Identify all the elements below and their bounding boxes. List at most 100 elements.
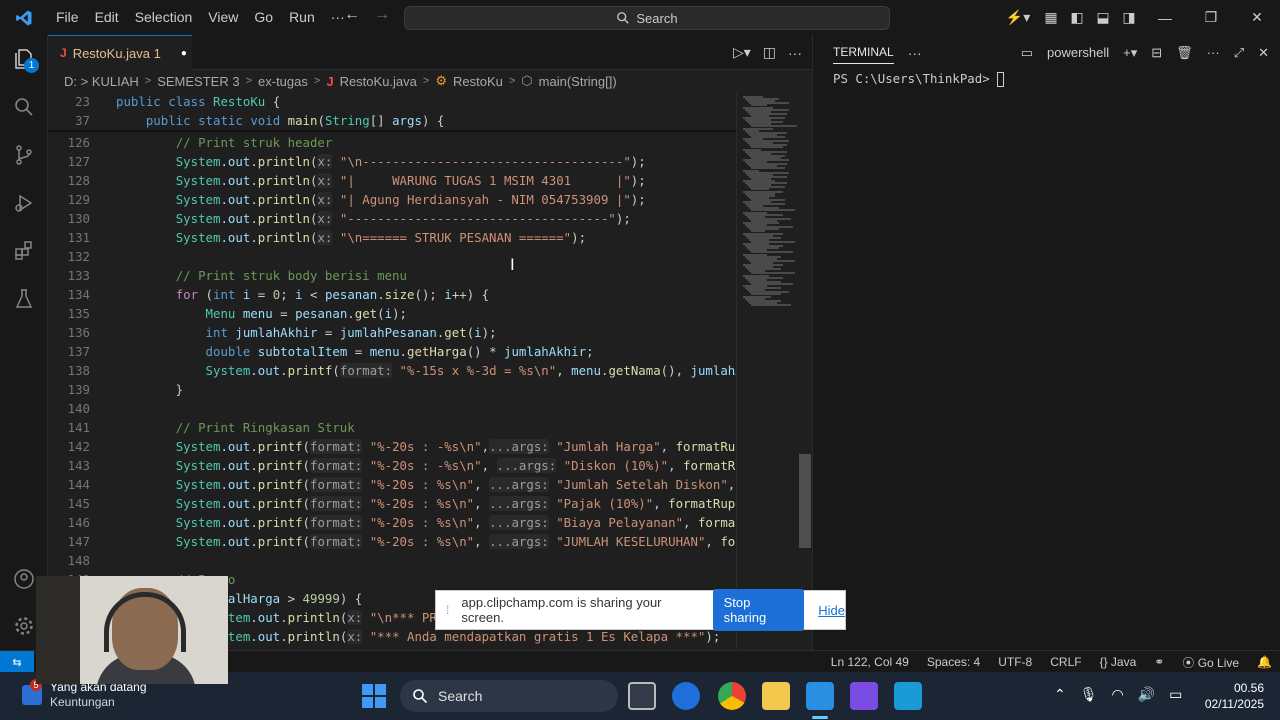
terminal-tab[interactable]: TERMINAL (833, 45, 894, 64)
extensions-button[interactable] (0, 227, 48, 275)
toggle-secondary-sidebar-icon[interactable]: ◨ (1116, 0, 1142, 35)
customize-layout-icon[interactable]: ▦ (1038, 0, 1064, 35)
file-explorer-icon[interactable] (762, 682, 790, 710)
tab-restoku-java[interactable]: J RestoKu.java 1 ● (48, 35, 192, 70)
speaker-icon[interactable]: 🔊 (1138, 686, 1155, 703)
run-debug-button[interactable] (0, 179, 48, 227)
run-java-icon[interactable]: ▷▾ (733, 44, 751, 61)
code-line[interactable]: 132 (48, 247, 736, 266)
menu-selection[interactable]: Selection (127, 0, 201, 35)
hide-banner-link[interactable]: Hide (818, 603, 845, 618)
menu-file[interactable]: File (48, 0, 87, 35)
search-view-button[interactable] (0, 83, 48, 131)
status-language[interactable]: {} Java (1100, 655, 1137, 669)
sticky-scroll-line[interactable]: 23 public class RestoKu { (48, 92, 736, 111)
close-panel-icon[interactable]: ✕ (1258, 45, 1269, 61)
source-control-button[interactable] (0, 131, 48, 179)
code-line[interactable]: 140 (48, 399, 736, 418)
microphone-icon[interactable]: 🎙 (1080, 686, 1098, 703)
code-line[interactable]: 134 for (int i = 0; i < pesanan.size(); … (48, 285, 736, 304)
copilot-status-icon[interactable]: ⚭ (1154, 655, 1164, 669)
task-view-icon[interactable] (628, 682, 656, 710)
trash-icon[interactable]: 🗑 (1176, 45, 1193, 61)
code-line[interactable]: 130 System.out.println(x: "-------------… (48, 209, 736, 228)
status-eol[interactable]: CRLF (1050, 655, 1081, 669)
stop-sharing-button[interactable]: Stop sharing (712, 589, 805, 631)
code-line[interactable]: 129 System.out.println(x: "| Agung Herdi… (48, 190, 736, 209)
todo-app-icon[interactable] (672, 682, 700, 710)
go-live-button[interactable]: ⦿ Go Live (1182, 654, 1239, 671)
breadcrumb-drive[interactable]: D: > KULIAH (64, 74, 139, 89)
status-encoding[interactable]: UTF-8 (998, 655, 1032, 669)
back-arrow-icon[interactable]: ← (344, 6, 360, 24)
close-window-icon[interactable]: ✕ (1234, 0, 1280, 35)
menu-view[interactable]: View (200, 0, 246, 35)
code-line[interactable]: 142 System.out.printf(format: "%-20s : -… (48, 437, 736, 456)
code-line[interactable]: 143 System.out.printf(format: "%-20s : -… (48, 456, 736, 475)
code-line[interactable]: 141 // Print Ringkasan Struk (48, 418, 736, 437)
battery-icon[interactable]: ▭ (1169, 686, 1182, 703)
code-line[interactable]: 135 Menu menu = pesanan.get(i); (48, 304, 736, 323)
more-icon[interactable]: ··· (1207, 45, 1220, 60)
terminal-output[interactable]: PS C:\Users\ThinkPad> (833, 71, 1005, 87)
code-line[interactable]: 136 int jumlahAkhir = jumlahPesanan.get(… (48, 323, 736, 342)
code-line[interactable]: 131 System.out.println(x: "\n====== STRU… (48, 228, 736, 247)
taskbar-clock[interactable]: 00.56 02/11/2025 (1205, 680, 1264, 712)
restore-icon[interactable]: ❐ (1188, 0, 1234, 35)
copilot-icon[interactable]: ⚡▾ (998, 0, 1038, 35)
toggle-panel-icon[interactable]: ⬓ (1090, 0, 1116, 35)
windows-start-icon[interactable] (362, 684, 386, 708)
minimize-icon[interactable]: — (1142, 0, 1188, 35)
drag-handle-icon[interactable]: ⁞ (446, 603, 459, 617)
minimap[interactable] (736, 92, 812, 650)
code-line[interactable]: 144 System.out.printf(format: "%-20s : %… (48, 475, 736, 494)
remote-indicator-icon[interactable]: ⇆ (0, 651, 34, 673)
editor-scrollbar-thumb[interactable] (799, 454, 811, 548)
code-line[interactable]: 145 System.out.printf(format: "%-20s : %… (48, 494, 736, 513)
terminal-shell-label[interactable]: powershell (1047, 45, 1109, 60)
testing-button[interactable] (0, 275, 48, 323)
remote-desktop-icon[interactable] (894, 682, 922, 710)
breadcrumb-folder[interactable]: ex-tugas (258, 74, 308, 89)
code-line[interactable]: 137 double subtotalItem = menu.getHarga(… (48, 342, 736, 361)
code-line[interactable]: 148 (48, 551, 736, 570)
toggle-sidebar-icon[interactable]: ◧ (1064, 0, 1090, 35)
code-line[interactable]: 138 System.out.printf(format: "%-15s x %… (48, 361, 736, 380)
command-center-search[interactable]: Search (404, 6, 890, 30)
taskbar-search[interactable]: Search (400, 680, 618, 712)
notifications-bell-icon[interactable]: 🔔 (1257, 655, 1272, 669)
vscode-taskbar-icon[interactable] (806, 682, 834, 710)
split-editor-icon[interactable]: ◫ (763, 44, 776, 61)
unsaved-dot-icon[interactable]: ● (181, 48, 187, 59)
breadcrumb-method[interactable]: main(String[]) (539, 74, 617, 89)
menu-go[interactable]: Go (246, 0, 281, 35)
code-line[interactable]: 126 // Print struk header (48, 133, 736, 152)
breadcrumb-class[interactable]: RestoKu (453, 74, 503, 89)
chrome-icon[interactable] (718, 682, 746, 710)
code-line[interactable]: 147 System.out.printf(format: "%-20s : %… (48, 532, 736, 551)
breadcrumb-semester[interactable]: SEMESTER 3 (157, 74, 239, 89)
maximize-panel-icon[interactable]: ⤢ (1234, 45, 1244, 61)
more-actions-icon[interactable]: ··· (788, 45, 802, 61)
code-line[interactable]: 146 System.out.printf(format: "%-20s : %… (48, 513, 736, 532)
terminal-more-icon[interactable]: ··· (908, 45, 922, 61)
breadcrumb-file[interactable]: RestoKu.java (340, 74, 417, 89)
sticky-scroll-line[interactable]: 37 public static void main(String[] args… (48, 111, 736, 130)
explorer-button[interactable]: 1 (0, 35, 48, 83)
code-line[interactable]: 133 // Print struk body berisi menu (48, 266, 736, 285)
status-cursor-position[interactable]: Ln 122, Col 49 (831, 655, 909, 669)
forward-arrow-icon[interactable]: → (374, 6, 390, 24)
menu-run[interactable]: Run (281, 0, 323, 35)
menu-edit[interactable]: Edit (87, 0, 127, 35)
code-line[interactable]: 128 System.out.println(x: "| WARUNG TUGA… (48, 171, 736, 190)
clipchamp-icon[interactable] (850, 682, 878, 710)
status-indentation[interactable]: Spaces: 4 (927, 655, 980, 669)
code-editor[interactable]: 126 // Print struk header 127 System.out.… (48, 92, 736, 650)
widgets-button[interactable]: 5 Yang akan datang Keuntungan (22, 679, 147, 710)
split-terminal-icon[interactable]: ⊟ (1151, 45, 1162, 61)
wifi-icon[interactable]: ◠ (1112, 686, 1124, 703)
chevron-up-icon[interactable]: ⌃ (1054, 686, 1066, 703)
new-terminal-icon[interactable]: +▾ (1123, 45, 1137, 61)
code-line[interactable]: 139 } (48, 380, 736, 399)
code-line[interactable]: 127 System.out.println(x: "\n-----------… (48, 152, 736, 171)
